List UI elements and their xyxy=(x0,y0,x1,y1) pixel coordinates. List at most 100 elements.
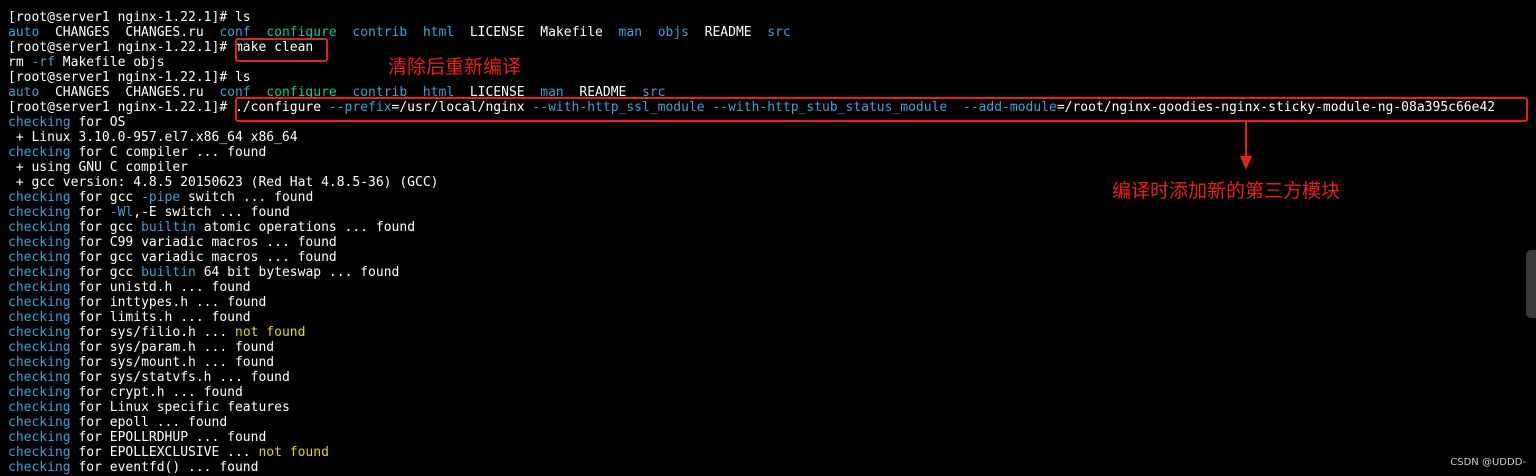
terminal-line: checking for eventfd() ... found xyxy=(8,460,1523,475)
terminal-text-segment: src xyxy=(767,25,791,40)
terminal-line: checking for sys/param.h ... found xyxy=(8,340,1523,355)
terminal-text-segment: checking xyxy=(8,115,71,130)
terminal-text-segment: atomic operations ... found xyxy=(195,220,416,235)
terminal-text-segment: objs xyxy=(657,25,689,40)
terminal-text-segment: checking xyxy=(8,400,71,415)
terminal-text-segment: checking xyxy=(8,355,71,370)
terminal-text-segment: CHANGES CHANGES.ru xyxy=(39,85,220,100)
terminal-text-segment: for epoll ... found xyxy=(70,415,228,430)
terminal-line: checking for EPOLLRDHUP ... found xyxy=(8,430,1523,445)
terminal-text-segment: contrib xyxy=(352,25,408,40)
terminal-line: checking for unistd.h ... found xyxy=(8,280,1523,295)
terminal-text-segment: -Wl xyxy=(109,205,134,220)
terminal-output[interactable]: [root@server1 nginx-1.22.1]# ls auto CHAN… xyxy=(8,10,1523,475)
terminal-text-segment: checking xyxy=(8,145,71,160)
terminal-line: checking for sys/filio.h ... not found xyxy=(8,325,1523,340)
terminal-text-segment: for sys/mount.h ... found xyxy=(70,355,275,370)
terminal-text-segment: + using GNU C compiler xyxy=(8,160,189,175)
annotation-arrow xyxy=(1245,122,1247,158)
terminal-text-segment: [root@server1 nginx-1.22.1]# ls xyxy=(8,70,251,85)
terminal-text-segment: switch ... found xyxy=(180,190,314,205)
arrow-down-icon xyxy=(1240,156,1252,170)
terminal-line: checking for EPOLLEXCLUSIVE ... not foun… xyxy=(8,445,1523,460)
terminal-text-segment: builtin xyxy=(141,220,196,235)
terminal-text-segment: for eventfd() ... found xyxy=(70,460,259,475)
terminal-text-segment: for inttypes.h ... found xyxy=(70,295,267,310)
terminal-text-segment: 64 bit byteswap ... found xyxy=(195,265,400,280)
terminal-text-segment: for gcc variadic macros ... found xyxy=(70,250,337,265)
terminal-text-segment: ,-E switch ... found xyxy=(133,205,290,220)
terminal-text-segment: checking xyxy=(8,220,71,235)
terminal-text-segment: for xyxy=(70,205,110,220)
annotation-module-note: 编译时添加新的第三方模块 xyxy=(1112,180,1341,202)
terminal-text-segment: checking xyxy=(8,460,71,475)
terminal-line: checking for limits.h ... found xyxy=(8,310,1523,325)
terminal-line: [root@server1 nginx-1.22.1]# ls xyxy=(8,70,1523,85)
terminal-text-segment: for gcc xyxy=(70,220,142,235)
terminal-line: checking for inttypes.h ... found xyxy=(8,295,1523,310)
terminal-text-segment: for C compiler ... found xyxy=(70,145,267,160)
terminal-text-segment: Makefile objs xyxy=(54,55,165,70)
highlight-make-clean xyxy=(235,38,328,62)
terminal-text-segment: checking xyxy=(8,325,71,340)
terminal-text-segment: checking xyxy=(8,190,71,205)
terminal-text-segment: -rf xyxy=(31,55,55,70)
terminal-line: checking for crypt.h ... found xyxy=(8,385,1523,400)
scrollbar-thumb[interactable] xyxy=(1526,250,1536,318)
terminal-text-segment: for Linux specific features xyxy=(70,400,290,415)
terminal-text-segment: not found xyxy=(258,445,329,460)
terminal-text-segment: for sys/statvfs.h ... found xyxy=(70,370,290,385)
terminal-text-segment: checking xyxy=(8,385,71,400)
terminal-text-segment: README xyxy=(689,25,768,40)
terminal-line: checking for gcc builtin atomic operatio… xyxy=(8,220,1523,235)
terminal-text-segment: checking xyxy=(8,310,71,325)
watermark: CSDN @UDDD- xyxy=(1450,457,1526,468)
terminal-line: checking for gcc builtin 64 bit byteswap… xyxy=(8,265,1523,280)
terminal-line: checking for epoll ... found xyxy=(8,415,1523,430)
terminal-text-segment: checking xyxy=(8,445,71,460)
terminal-text-segment: checking xyxy=(8,280,71,295)
terminal-text-segment: for crypt.h ... found xyxy=(70,385,243,400)
terminal-line: checking for C compiler ... found xyxy=(8,145,1523,160)
terminal-line: checking for sys/mount.h ... found xyxy=(8,355,1523,370)
terminal-text-segment: checking xyxy=(8,415,71,430)
terminal-text-segment: auto xyxy=(8,25,40,40)
terminal-line: + Linux 3.10.0-957.el7.x86_64 x86_64 xyxy=(8,130,1523,145)
terminal-line: checking for -Wl,-E switch ... found xyxy=(8,205,1523,220)
terminal-line: + using GNU C compiler xyxy=(8,160,1523,175)
terminal-text-segment: man xyxy=(618,25,643,40)
terminal-text-segment: checking xyxy=(8,295,71,310)
terminal-text-segment: [root@server1 nginx-1.22.1]# ls xyxy=(8,10,251,25)
terminal-text-segment: for C99 variadic macros ... found xyxy=(70,235,337,250)
terminal-text-segment: checking xyxy=(8,235,71,250)
terminal-text-segment: rm xyxy=(8,55,32,70)
terminal-text-segment: for gcc xyxy=(70,265,142,280)
terminal-text-segment: checking xyxy=(8,265,71,280)
terminal-text-segment: auto xyxy=(8,85,40,100)
terminal-text-segment: for OS xyxy=(70,115,126,130)
terminal-text-segment: for unistd.h ... found xyxy=(70,280,251,295)
terminal-text-segment: for EPOLLRDHUP ... found xyxy=(70,430,267,445)
terminal-text-segment: html xyxy=(422,25,455,40)
terminal-line: [root@server1 nginx-1.22.1]# ls xyxy=(8,10,1523,25)
terminal-text-segment: builtin xyxy=(141,265,196,280)
terminal-text-segment: checking xyxy=(8,205,71,220)
terminal-text-segment: not found xyxy=(235,325,306,340)
terminal-text-segment: CHANGES CHANGES.ru xyxy=(39,25,220,40)
terminal-text-segment: checking xyxy=(8,370,71,385)
terminal-line: checking for gcc variadic macros ... fou… xyxy=(8,250,1523,265)
terminal-line: checking for sys/statvfs.h ... found xyxy=(8,370,1523,385)
terminal-text-segment: checking xyxy=(8,250,71,265)
terminal-text-segment: -pipe xyxy=(141,190,181,205)
terminal-text-segment: LICENSE Makefile xyxy=(454,25,619,40)
highlight-configure-command xyxy=(235,97,1528,122)
terminal-text-segment: + gcc version: 4.8.5 20150623 (Red Hat 4… xyxy=(8,175,439,190)
terminal-text-segment: for EPOLLEXCLUSIVE ... xyxy=(70,445,259,460)
terminal-text-segment: checking xyxy=(8,340,71,355)
terminal-text-segment: for gcc xyxy=(70,190,142,205)
terminal-text-segment: + Linux 3.10.0-957.el7.x86_64 x86_64 xyxy=(8,130,298,145)
annotation-clean-note: 清除后重新编译 xyxy=(388,56,522,78)
